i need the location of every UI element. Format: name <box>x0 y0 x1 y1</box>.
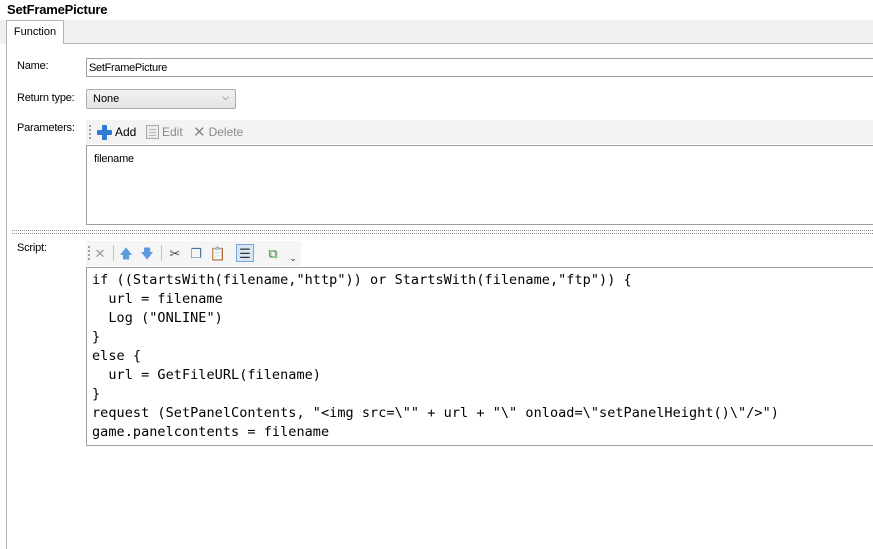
tab-strip: Function <box>0 20 873 44</box>
window-title: SetFramePicture <box>7 2 108 17</box>
edit-icon <box>146 125 159 139</box>
move-up-icon[interactable]: 🡅 <box>117 244 135 262</box>
parameters-label: Parameters: <box>17 122 75 134</box>
toolbar-grip-icon[interactable] <box>88 246 90 260</box>
parameters-toolbar: Add Edit ✕ Delete <box>86 120 873 144</box>
delete-parameter-button[interactable]: ✕ Delete <box>193 123 243 141</box>
delete-icon: ✕ <box>193 123 206 141</box>
parameters-list[interactable]: filename <box>86 145 873 225</box>
return-type-select[interactable]: None ⌵ <box>86 89 236 109</box>
edit-parameter-button[interactable]: Edit <box>146 123 183 141</box>
script-editor[interactable]: if ((StartsWith(filename,"http")) or Sta… <box>86 267 873 446</box>
return-type-value: None <box>93 93 120 105</box>
code-line[interactable]: game.panelcontents = filename <box>92 423 873 442</box>
toolbar-grip-icon[interactable] <box>89 125 91 139</box>
add-icon <box>96 124 112 140</box>
add-label: Add <box>115 125 137 139</box>
cut-icon[interactable]: ✂ <box>166 244 184 262</box>
script-label: Script: <box>17 242 47 254</box>
return-type-label: Return type: <box>17 92 75 104</box>
overflow-icon[interactable]: ⌄ <box>284 249 302 267</box>
move-down-icon[interactable]: 🡇 <box>138 244 156 262</box>
delete-label: Delete <box>208 125 244 139</box>
splitter-handle[interactable] <box>12 230 873 234</box>
script-toolbar: ✕ 🡅 🡇 ✂ ❐ 📋 ☰ ⧉ ⌄ <box>86 241 301 266</box>
name-input[interactable] <box>86 58 873 77</box>
code-line[interactable]: url = GetFileURL(filename) <box>92 366 873 385</box>
list-item[interactable]: filename <box>94 153 134 165</box>
chevron-down-icon: ⌵ <box>222 92 229 102</box>
code-line[interactable]: else { <box>92 347 873 366</box>
delete-icon[interactable]: ✕ <box>91 244 109 262</box>
name-label: Name: <box>17 60 49 72</box>
popout-icon[interactable]: ⧉ <box>264 244 282 262</box>
code-line[interactable]: } <box>92 328 873 347</box>
code-line[interactable]: } <box>92 385 873 404</box>
add-parameter-button[interactable]: Add <box>96 123 136 141</box>
copy-icon[interactable]: ❐ <box>187 244 205 262</box>
tab-function[interactable]: Function <box>6 20 64 44</box>
edit-label: Edit <box>162 125 183 139</box>
toolbar-separator <box>113 245 114 261</box>
toolbar-separator <box>161 245 162 261</box>
paste-icon[interactable]: 📋 <box>209 244 227 262</box>
code-line[interactable]: if ((StartsWith(filename,"http")) or Sta… <box>92 271 873 290</box>
code-line[interactable]: request (SetPanelContents, "<img src=\""… <box>92 404 873 423</box>
code-view-icon[interactable]: ☰ <box>236 244 254 262</box>
code-line[interactable]: url = filename <box>92 290 873 309</box>
code-line[interactable]: Log ("ONLINE") <box>92 309 873 328</box>
